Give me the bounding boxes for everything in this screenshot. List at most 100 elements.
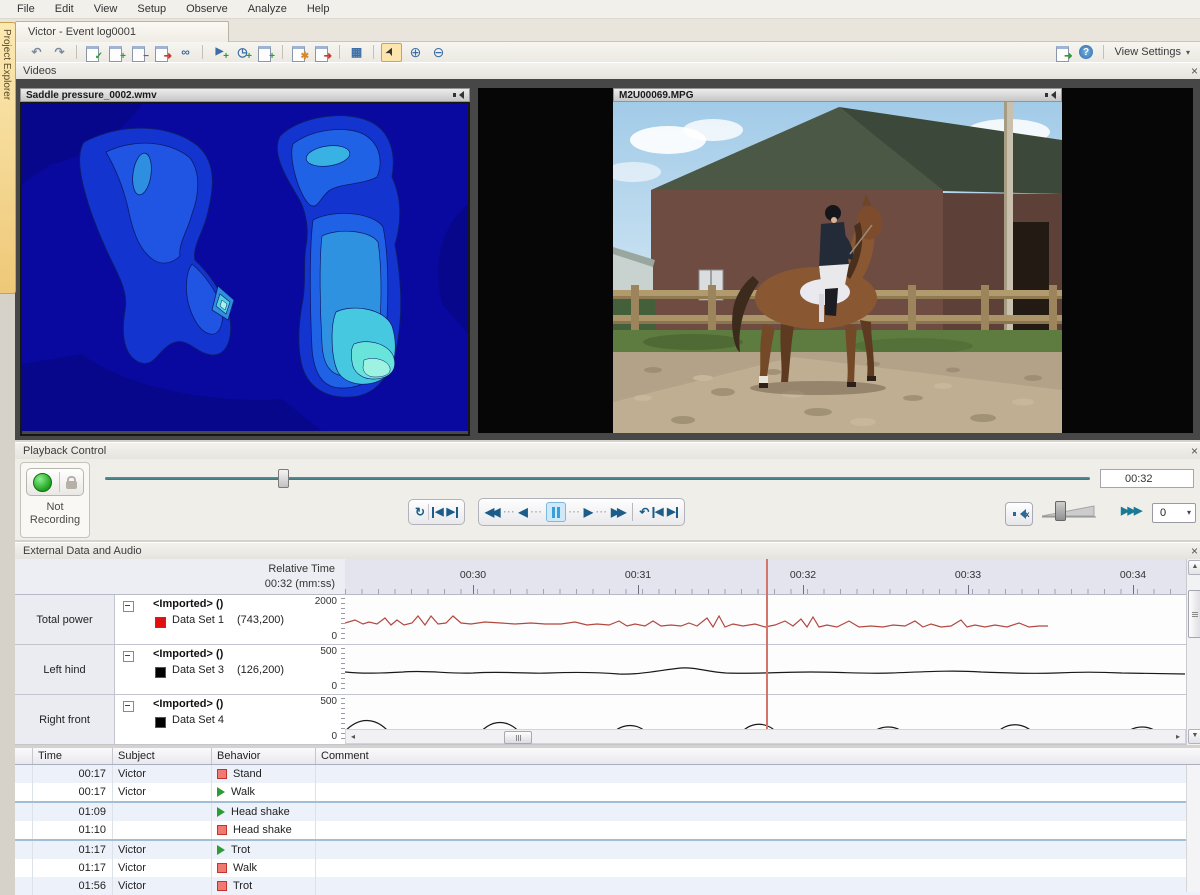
col-time[interactable]: Time	[33, 748, 113, 764]
behavior-marker-icon	[217, 787, 225, 797]
file-transfer-icon[interactable]: ➜	[313, 44, 332, 61]
mute-button[interactable]: x	[1005, 502, 1033, 526]
speaker-mute-icon: x	[1013, 509, 1025, 519]
close-icon[interactable]: ×	[1191, 63, 1198, 79]
speaker-icon[interactable]	[453, 91, 464, 100]
project-explorer-tab[interactable]: Project Explorer	[0, 22, 16, 294]
record-status-label: Not Recording	[21, 501, 89, 527]
menu-setup[interactable]: Setup	[128, 2, 175, 16]
scroll-up-icon[interactable]: ▲	[1188, 560, 1200, 575]
videos-panel-header: Videos ×	[15, 62, 1200, 80]
gutter-column	[15, 748, 33, 764]
confirm-observation-icon[interactable]: ✓	[84, 44, 103, 61]
close-icon[interactable]: ×	[1191, 543, 1198, 559]
redo-icon[interactable]: ↷	[50, 44, 69, 61]
scroll-left-icon[interactable]: ◂	[346, 730, 360, 743]
playback-speed-icon: ▶▶▶	[1121, 504, 1140, 517]
menu-file[interactable]: File	[8, 2, 44, 16]
volume-thumb[interactable]	[1055, 501, 1066, 521]
scroll-right-icon[interactable]: ▸	[1171, 730, 1185, 743]
speed-select[interactable]: 0 ▾	[1152, 503, 1196, 523]
lock-icon	[66, 481, 77, 489]
scroll-down-icon[interactable]: ▼	[1188, 729, 1200, 744]
play-button[interactable]: ▶	[584, 506, 593, 518]
record-button[interactable]	[26, 468, 84, 496]
playhead-line[interactable]	[766, 559, 768, 729]
tracks-v-scrollbar[interactable]: ▲ ▼	[1186, 559, 1200, 745]
transport-group: ◀◀ ··· ◀ ··· ··· ▶ ··· ▶▶ ↶ ▶ ▶	[478, 498, 685, 526]
video-title-bar: Saddle pressure_0002.wmv	[20, 88, 470, 102]
help-icon[interactable]: ?	[1077, 44, 1096, 61]
table-row[interactable]: 00:17 Victor Stand	[15, 765, 1200, 783]
select-tool-icon[interactable]: ➤	[381, 43, 402, 62]
tab-bar: Victor - Event log0001	[0, 19, 1200, 42]
file-settings-icon[interactable]: ✱	[290, 44, 309, 61]
view-settings-button[interactable]: View Settings ▾	[1109, 45, 1196, 59]
table-row[interactable]: 01:10 Head shake	[15, 821, 1200, 839]
h-scroll-thumb[interactable]	[504, 731, 532, 744]
time-display[interactable]: 00:32	[1100, 469, 1194, 488]
image-view-icon[interactable]: ▦	[347, 44, 366, 61]
relative-time-header: Relative Time 00:32 (mm:ss)	[15, 559, 345, 595]
behavior-marker-icon	[217, 863, 227, 873]
skip-to-start-button[interactable]: ◀	[432, 507, 443, 518]
behavior-marker-icon	[217, 807, 225, 817]
menu-observe[interactable]: Observe	[177, 2, 237, 16]
timeline-h-scrollbar[interactable]: ◂ ▸	[345, 729, 1186, 744]
series-color-swatch	[155, 667, 166, 678]
playback-panel-header: Playback Control ×	[15, 442, 1200, 460]
track-label-right-front: Right front	[15, 695, 115, 745]
table-row[interactable]: 01:17 Victor Walk	[15, 859, 1200, 877]
undo-icon[interactable]: ↶	[27, 44, 46, 61]
menu-bar: File Edit View Setup Observe Analyze Hel…	[0, 0, 1200, 19]
loop-button[interactable]: ↻	[415, 506, 425, 518]
volume-slider[interactable]	[1040, 503, 1098, 519]
zoom-in-icon[interactable]: ⊕	[406, 44, 425, 61]
export-observation-icon[interactable]: ➜	[153, 44, 172, 61]
add-file-icon[interactable]: +	[256, 44, 275, 61]
series-color-swatch	[155, 717, 166, 728]
collapse-icon[interactable]	[123, 601, 134, 612]
collapse-icon[interactable]	[123, 701, 134, 712]
track-label-left-hind: Left hind	[15, 645, 115, 695]
step-back-button[interactable]: ▶	[652, 507, 663, 518]
fast-rewind-button[interactable]: ◀◀	[485, 506, 497, 518]
speaker-icon[interactable]	[1045, 91, 1056, 100]
col-subject[interactable]: Subject	[113, 748, 212, 764]
event-log-scroll-track[interactable]	[1186, 765, 1200, 892]
video-horse[interactable]: M2U00069.MPG	[478, 88, 1193, 433]
pause-button[interactable]	[546, 502, 566, 522]
col-behavior[interactable]: Behavior	[212, 748, 316, 764]
play-backward-button[interactable]: ◀	[518, 506, 527, 518]
table-row[interactable]: 00:17 Victor Walk	[15, 783, 1200, 801]
behavior-marker-icon	[217, 825, 227, 835]
col-comment[interactable]: Comment	[316, 748, 1200, 764]
zoom-out-icon[interactable]: ⊖	[429, 44, 448, 61]
run-icon[interactable]: ➜	[1054, 44, 1073, 61]
video-saddle-pressure[interactable]: Saddle pressure_0002.wmv	[20, 88, 470, 436]
menu-help[interactable]: Help	[298, 2, 339, 16]
start-observation-icon[interactable]: ▶+	[210, 44, 229, 61]
menu-analyze[interactable]: Analyze	[239, 2, 296, 16]
fast-forward-button[interactable]: ▶▶	[611, 506, 623, 518]
step-forward-button[interactable]: ▶	[667, 507, 678, 518]
tab-event-log[interactable]: Victor - Event log0001	[15, 21, 229, 42]
undo-jump-button[interactable]: ↶	[639, 506, 649, 518]
observation-timer-icon[interactable]: ◷+	[233, 44, 252, 61]
close-icon[interactable]: ×	[1191, 443, 1198, 459]
menu-view[interactable]: View	[85, 2, 127, 16]
menu-edit[interactable]: Edit	[46, 2, 83, 16]
table-row[interactable]: 01:56 Victor Trot	[15, 877, 1200, 895]
table-row[interactable]: 01:09 Head shake	[15, 803, 1200, 821]
position-slider-thumb[interactable]	[278, 469, 289, 488]
skip-to-end-button[interactable]: ▶	[447, 507, 458, 518]
track-label-total-power: Total power	[15, 595, 115, 645]
find-icon[interactable]: ∞	[176, 44, 195, 61]
v-scroll-thumb[interactable]	[1188, 590, 1200, 638]
collapse-icon[interactable]	[123, 651, 134, 662]
record-status-box: Not Recording	[20, 462, 90, 538]
table-row[interactable]: 01:17 Victor Trot	[15, 841, 1200, 859]
position-slider[interactable]	[105, 477, 1090, 480]
remove-observation-icon[interactable]: −	[130, 44, 149, 61]
add-observation-icon[interactable]: +	[107, 44, 126, 61]
